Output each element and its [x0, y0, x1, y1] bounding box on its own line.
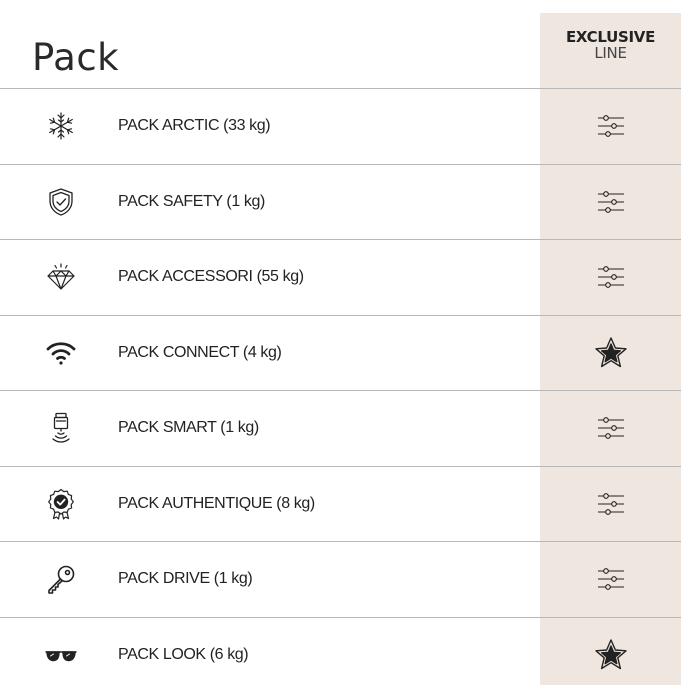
snowflake-icon: [44, 109, 78, 143]
row-label: PACK SMART (1 kg): [118, 419, 259, 437]
table-row: PACK DRIVE (1 kg): [0, 541, 681, 617]
pack-table: Pack EXCLUSIVE LINE: [0, 0, 681, 685]
column-title: EXCLUSIVE LINE: [540, 30, 681, 62]
sliders-icon: [593, 184, 629, 220]
table-row: PACK ACCESSORI (55 kg): [0, 239, 681, 315]
smart-device-icon: [44, 411, 78, 445]
row-label: PACK LOOK (6 kg): [118, 646, 248, 664]
row-label: PACK ARCTIC (33 kg): [118, 117, 270, 135]
pack-rows: PACK ARCTIC (33 kg): [0, 88, 681, 692]
wifi-icon: [44, 336, 78, 370]
sliders-icon: [593, 259, 629, 295]
row-label: PACK DRIVE (1 kg): [118, 570, 252, 588]
row-label: PACK AUTHENTIQUE (8 kg): [118, 495, 315, 513]
key-icon: [44, 562, 78, 596]
sunglasses-icon: [44, 638, 78, 672]
row-label: PACK ACCESSORI (55 kg): [118, 268, 304, 286]
table-row: PACK SMART (1 kg): [0, 390, 681, 466]
table-row: PACK AUTHENTIQUE (8 kg): [0, 466, 681, 542]
star-icon: [593, 637, 629, 673]
star-icon: [593, 335, 629, 371]
sliders-icon: [593, 486, 629, 522]
diamond-icon: [44, 260, 78, 294]
column-title-line2: LINE: [540, 46, 681, 62]
table-row: PACK ARCTIC (33 kg): [0, 88, 681, 164]
sliders-icon: [593, 108, 629, 144]
page-title: Pack: [32, 36, 119, 79]
table-row: PACK SAFETY (1 kg): [0, 164, 681, 240]
row-label: PACK CONNECT (4 kg): [118, 344, 281, 362]
badge-check-icon: [44, 487, 78, 521]
table-row: PACK CONNECT (4 kg): [0, 315, 681, 391]
sliders-icon: [593, 410, 629, 446]
row-label: PACK SAFETY (1 kg): [118, 193, 265, 211]
table-header: Pack EXCLUSIVE LINE: [0, 0, 681, 88]
table-row: PACK LOOK (6 kg): [0, 617, 681, 692]
sliders-icon: [593, 561, 629, 597]
shield-check-icon: [44, 185, 78, 219]
